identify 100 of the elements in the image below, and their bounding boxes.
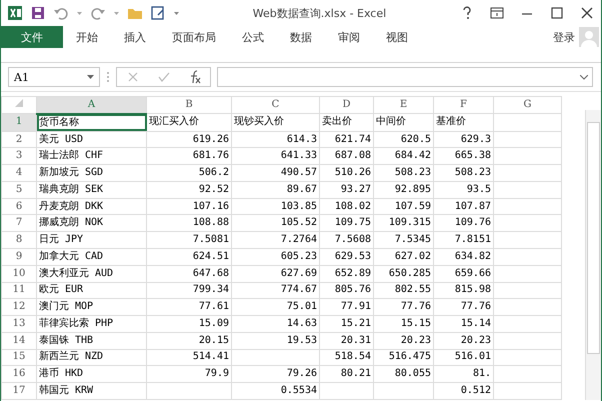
table-cell: 20.31 xyxy=(320,332,374,350)
ribbon-tab[interactable]: 开始 xyxy=(63,26,111,48)
table-cell: 港币 HKD xyxy=(36,366,146,383)
table-cell: 20.23 xyxy=(374,332,434,350)
table-cell: 7.5081 xyxy=(146,232,232,249)
table-cell: 684.42 xyxy=(374,148,434,165)
row-header[interactable]: 5 xyxy=(2,181,36,198)
table-cell: 77.76 xyxy=(434,298,494,316)
column-header[interactable]: D xyxy=(320,96,374,114)
ribbon-tab[interactable]: 文件 xyxy=(1,26,63,48)
ribbon-tab[interactable]: 审阅 xyxy=(325,26,373,48)
row-header[interactable]: 2 xyxy=(2,131,36,148)
table-cell: 75.01 xyxy=(232,298,320,316)
formula-field[interactable] xyxy=(217,67,593,87)
row-header[interactable]: 13 xyxy=(2,316,36,332)
column-header[interactable]: E xyxy=(374,96,434,114)
table-cell: 92.52 xyxy=(146,181,232,198)
row-header[interactable]: 3 xyxy=(2,148,36,165)
table-cell: 508.23 xyxy=(374,164,434,182)
ribbon-tab[interactable]: 公式 xyxy=(229,26,277,48)
table-cell: 514.41 xyxy=(146,349,232,366)
close-icon[interactable] xyxy=(579,5,595,21)
ribbon-tab[interactable]: 插入 xyxy=(111,26,159,48)
table-cell: 107.59 xyxy=(374,198,434,215)
table-cell: 641.33 xyxy=(232,148,320,165)
ribbon-tab[interactable]: 页面布局 xyxy=(159,26,229,48)
caret-icon[interactable] xyxy=(113,9,120,17)
sign-in-link[interactable]: 登录 xyxy=(553,26,579,48)
table-cell: 805.76 xyxy=(320,282,374,299)
undo-icon[interactable] xyxy=(53,5,69,21)
row-header[interactable]: 9 xyxy=(2,248,36,266)
table-cell: 77.91 xyxy=(320,298,374,316)
table-cell: 澳门元 MOP xyxy=(36,298,146,316)
caret-icon[interactable] xyxy=(173,9,180,17)
name-box[interactable]: A1 xyxy=(8,67,100,87)
table-cell: 79.26 xyxy=(232,366,320,383)
row-header[interactable]: 8 xyxy=(2,232,36,249)
table-cell: 货币名称 xyxy=(36,114,146,132)
table-cell: 687.08 xyxy=(320,148,374,165)
ribbon-display-icon[interactable] xyxy=(489,5,505,21)
table-cell: 澳大利亚元 AUD xyxy=(36,265,146,282)
table-cell: 7.8151 xyxy=(434,232,494,249)
table-cell: 0.5534 xyxy=(232,382,320,400)
row-header[interactable]: 14 xyxy=(2,332,36,350)
table-cell: 516.01 xyxy=(434,349,494,366)
table-cell: 丹麦克朗 DKK xyxy=(36,198,146,215)
table-cell: 508.23 xyxy=(434,164,494,182)
row-header[interactable]: 10 xyxy=(2,265,36,282)
table-cell: 815.98 xyxy=(434,282,494,299)
row-header[interactable]: 12 xyxy=(2,298,36,316)
ribbon-tab[interactable]: 数据 xyxy=(277,26,325,48)
table-cell: 108.88 xyxy=(146,214,232,232)
grip-icon xyxy=(106,71,110,83)
row-header[interactable]: 7 xyxy=(2,214,36,232)
column-header[interactable]: G xyxy=(494,96,562,114)
table-cell: 中间价 xyxy=(374,114,434,132)
table-cell: 美元 USD xyxy=(36,131,146,148)
table-cell: 105.52 xyxy=(232,214,320,232)
table-cell: 516.475 xyxy=(374,349,434,366)
table-cell: 647.68 xyxy=(146,265,232,282)
table-cell: 92.895 xyxy=(374,181,434,198)
table-cell: 659.66 xyxy=(434,265,494,282)
column-header[interactable]: F xyxy=(434,96,494,114)
table-cell: 81. xyxy=(434,366,494,383)
table-cell: 7.2764 xyxy=(232,232,320,249)
table-cell: 20.15 xyxy=(146,332,232,350)
table-cell: 107.87 xyxy=(434,198,494,215)
row-header[interactable]: 11 xyxy=(2,282,36,299)
table-cell: 20.23 xyxy=(434,332,494,350)
table-cell: 瑞典克朗 SEK xyxy=(36,181,146,198)
select-all-icon[interactable] xyxy=(15,99,23,108)
row-header[interactable]: 4 xyxy=(2,164,36,182)
document-icon[interactable] xyxy=(150,5,166,21)
caret-icon[interactable] xyxy=(76,9,83,17)
table-cell: 77.76 xyxy=(374,298,434,316)
row-header[interactable]: 16 xyxy=(2,366,36,383)
ribbon-tab[interactable]: 视图 xyxy=(373,26,421,48)
table-cell: 现钞买入价 xyxy=(232,114,320,132)
table-cell: 621.74 xyxy=(320,131,374,148)
maximize-icon[interactable] xyxy=(549,5,565,21)
table-cell: 510.26 xyxy=(320,164,374,182)
scroll-bar[interactable] xyxy=(585,110,601,400)
row-header[interactable]: 17 xyxy=(2,382,36,400)
table-cell: 93.5 xyxy=(434,181,494,198)
table-cell: 629.53 xyxy=(320,248,374,266)
table-cell: 菲律宾比索 PHP xyxy=(36,316,146,332)
row-header[interactable]: 15 xyxy=(2,349,36,366)
column-header[interactable]: A xyxy=(36,96,146,114)
row-header[interactable]: 1 xyxy=(2,114,36,132)
row-header[interactable]: 6 xyxy=(2,198,36,215)
column-header[interactable]: C xyxy=(232,96,320,114)
table-cell: 欧元 EUR xyxy=(36,282,146,299)
table-cell: 107.16 xyxy=(146,198,232,215)
table-cell: 629.3 xyxy=(434,131,494,148)
excel-logo-icon[interactable] xyxy=(7,5,23,21)
redo-icon[interactable] xyxy=(90,5,106,21)
column-header[interactable]: B xyxy=(146,96,232,114)
table-cell: 15.21 xyxy=(320,316,374,332)
save-icon[interactable] xyxy=(30,5,46,21)
chevron-icon xyxy=(580,74,588,80)
